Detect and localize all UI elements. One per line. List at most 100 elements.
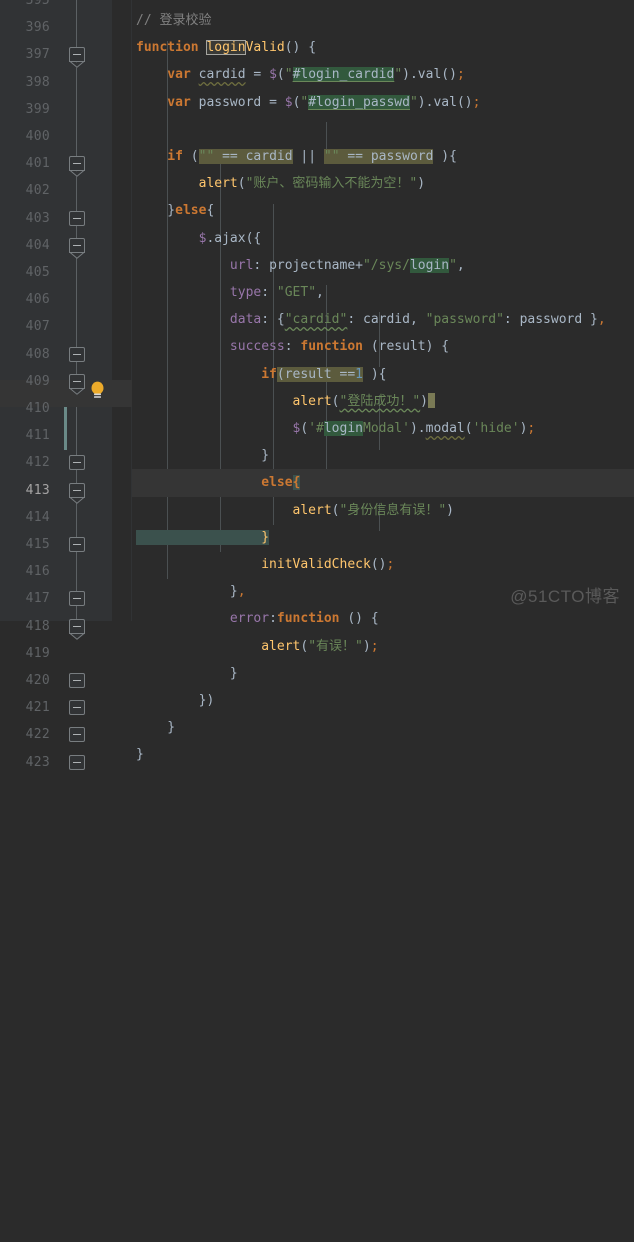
code-token-function: alert bbox=[136, 638, 301, 654]
code-line: $('#loginModal').modal('hide'); bbox=[132, 415, 634, 442]
code-token-function: initValidCheck bbox=[136, 557, 371, 572]
brace-match-highlight bbox=[136, 529, 262, 545]
code-token-method: val bbox=[417, 67, 442, 83]
code-token-method: ajax bbox=[214, 230, 246, 246]
fold-arrow-icon[interactable] bbox=[69, 632, 85, 640]
code-token-string: Modal' bbox=[363, 421, 410, 436]
code-token-punct: () { bbox=[284, 40, 317, 56]
find-match: login bbox=[323, 421, 363, 436]
line-number: 409 bbox=[25, 373, 50, 389]
line-number: 399 bbox=[25, 101, 50, 117]
code-line: alert("有误！"); bbox=[132, 633, 634, 660]
code-token-punct: () bbox=[370, 557, 387, 572]
line-number: 417 bbox=[25, 591, 50, 607]
code-line: alert("登陆成功！") bbox=[132, 388, 634, 415]
code-token-punct: ){ bbox=[363, 366, 387, 382]
fold-arrow-icon[interactable] bbox=[69, 496, 85, 504]
line-number: 421 bbox=[25, 700, 50, 716]
code-token-variable: cardid bbox=[363, 312, 410, 328]
code-token-keyword: var bbox=[136, 94, 199, 110]
code-token-string: " bbox=[284, 67, 293, 83]
code-line: alert("账户、密码输入不能为空！") bbox=[132, 170, 634, 197]
code-token-punct: ( bbox=[370, 339, 379, 355]
fold-toggle-icon[interactable] bbox=[69, 700, 85, 716]
code-token-jquery: $ bbox=[269, 67, 277, 83]
annotation-gutter bbox=[112, 0, 132, 621]
lightbulb-icon[interactable] bbox=[89, 381, 106, 400]
code-token-punct: ) bbox=[362, 638, 371, 654]
code-token-punct: ( bbox=[331, 393, 340, 409]
code-token-string: "GET" bbox=[276, 285, 317, 300]
inspection-highlight: (result ==1 bbox=[276, 366, 363, 382]
line-number: 403 bbox=[25, 210, 50, 226]
code-token-punct: } bbox=[136, 720, 176, 736]
code-token-jquery: $ bbox=[136, 230, 207, 246]
code-token-punct: () bbox=[456, 94, 473, 110]
line-number: 402 bbox=[25, 183, 50, 199]
fold-toggle-icon[interactable] bbox=[69, 673, 85, 688]
fold-toggle-icon[interactable] bbox=[69, 754, 85, 770]
code-token-punct: , bbox=[409, 312, 426, 328]
code-token-string: " bbox=[394, 67, 403, 83]
code-line: // 登录校验 bbox=[132, 7, 634, 34]
find-match: login bbox=[409, 257, 450, 273]
fold-toggle-icon[interactable] bbox=[69, 727, 85, 743]
code-line: type: "GET", bbox=[132, 279, 634, 306]
code-token-punct: : { bbox=[261, 312, 285, 328]
code-token-punct: } bbox=[590, 312, 598, 328]
code-token-keyword: function bbox=[276, 611, 348, 627]
code-token-keyword: var bbox=[136, 67, 199, 83]
code-line: if ("" == cardid || "" == password ){ bbox=[132, 143, 634, 170]
line-number: 418 bbox=[25, 618, 50, 634]
code-token-punct: ( bbox=[300, 638, 309, 654]
inspection-highlight: "" == password bbox=[323, 149, 434, 164]
code-line: function loginValid() { bbox=[132, 34, 634, 61]
fold-arrow-icon[interactable] bbox=[69, 387, 85, 395]
fold-toggle-icon[interactable] bbox=[69, 455, 85, 471]
line-number: 420 bbox=[25, 673, 50, 688]
fold-toggle-icon[interactable] bbox=[69, 156, 85, 172]
code-editor[interactable]: 395 396 397 398 399 400 401 402 403 404 405 406 407 4… bbox=[0, 0, 634, 770]
code-token-punct: + bbox=[355, 257, 363, 273]
line-number: 397 bbox=[25, 47, 50, 63]
code-token-property: success bbox=[136, 339, 285, 355]
code-token-variable: password bbox=[198, 94, 262, 110]
code-line: }else{ bbox=[132, 197, 634, 224]
code-token-semicolon: ; bbox=[527, 421, 536, 436]
fold-toggle-icon[interactable] bbox=[69, 591, 85, 607]
code-token-punct: } bbox=[136, 584, 238, 600]
code-token-punct: ( bbox=[237, 176, 246, 192]
code-token-punct: : bbox=[284, 339, 301, 355]
code-line: success: function (result) { bbox=[132, 333, 634, 360]
fold-toggle-icon[interactable] bbox=[69, 346, 85, 362]
fold-toggle-icon[interactable] bbox=[69, 373, 85, 389]
code-token-punct: ({ bbox=[245, 230, 262, 246]
fold-arrow-icon[interactable] bbox=[69, 251, 85, 259]
code-token-jquery: $ bbox=[284, 94, 293, 110]
code-line: var password = $("#login_passwd").val(); bbox=[132, 89, 634, 116]
code-token-string: "身份信息有误！" bbox=[339, 502, 447, 518]
fold-toggle-icon[interactable] bbox=[69, 237, 85, 253]
fold-arrow-icon[interactable] bbox=[69, 61, 85, 69]
code-token-punct: ). bbox=[409, 421, 426, 436]
code-content[interactable]: // 登录校验 function loginValid() { var card… bbox=[132, 0, 634, 762]
fold-toggle-icon[interactable] bbox=[69, 537, 85, 552]
code-line: } bbox=[132, 524, 634, 551]
code-token-function: Valid bbox=[245, 40, 285, 56]
code-token-function: alert bbox=[136, 176, 238, 192]
fold-toggle-icon[interactable] bbox=[69, 482, 85, 498]
fold-toggle-icon[interactable] bbox=[69, 47, 85, 63]
code-token-string: "有误！" bbox=[308, 638, 363, 654]
code-token-string: "cardid" bbox=[284, 312, 348, 328]
code-token-method: modal bbox=[425, 421, 465, 436]
line-number: 407 bbox=[25, 319, 50, 335]
line-number: 415 bbox=[25, 537, 50, 552]
code-token-punct: ( bbox=[331, 502, 340, 518]
code-token-punct: ( bbox=[276, 67, 285, 83]
fold-arrow-icon[interactable] bbox=[69, 170, 85, 178]
folding-gutter[interactable] bbox=[62, 0, 112, 621]
code-token-property: type bbox=[136, 285, 262, 300]
fold-toggle-icon[interactable] bbox=[69, 210, 85, 226]
code-token-punct: ). bbox=[417, 94, 434, 110]
